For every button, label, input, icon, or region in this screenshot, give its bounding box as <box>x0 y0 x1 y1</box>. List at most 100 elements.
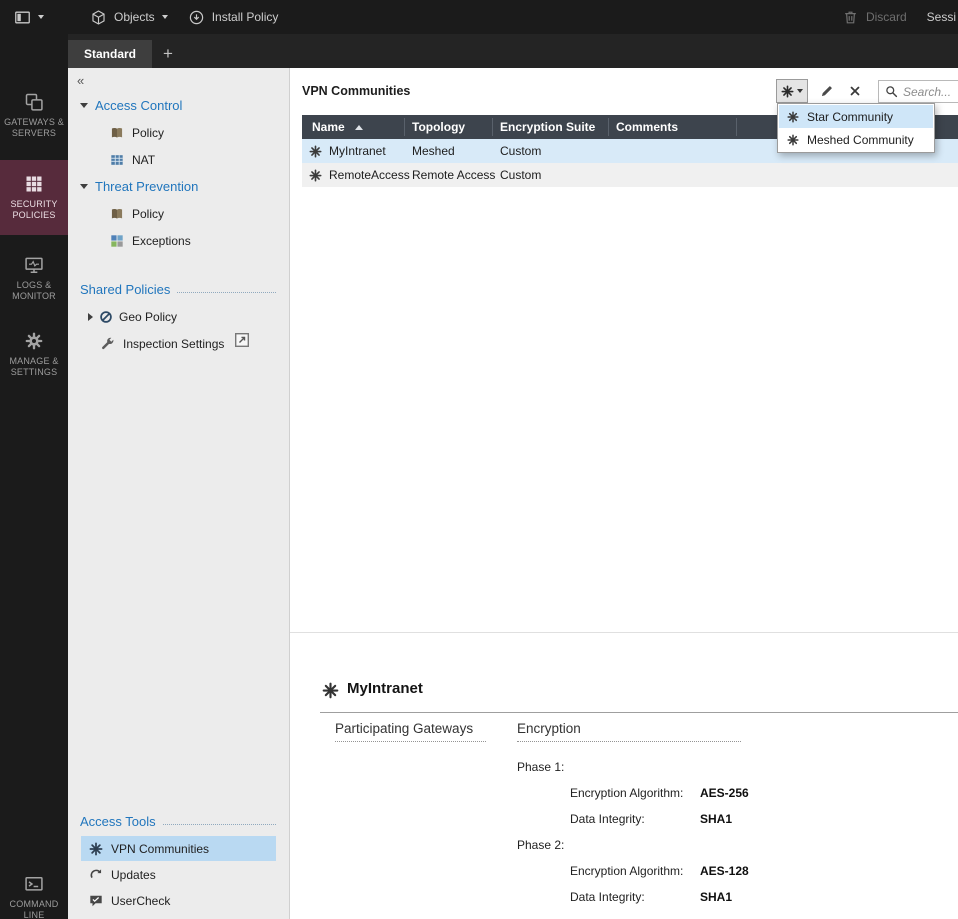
session-label: Sessi <box>926 10 956 24</box>
tool-item-vpn-communities[interactable]: VPN Communities <box>81 836 276 861</box>
policy-tab-bar: Standard + <box>68 34 958 68</box>
field-label: Encryption Algorithm: <box>570 864 684 878</box>
plus-icon: + <box>163 44 173 63</box>
phase2-encryption-algorithm-row: Encryption Algorithm: AES-128 <box>290 864 958 879</box>
vpn-community-icon <box>322 682 339 699</box>
tree-header-label: Threat Prevention <box>95 179 199 194</box>
column-header-topology[interactable]: Topology <box>412 115 465 139</box>
sort-ascending-icon <box>354 125 363 130</box>
tree-item-geo-policy[interactable]: Geo Policy <box>68 303 289 330</box>
column-divider <box>492 118 493 136</box>
main-menu-button[interactable] <box>4 0 54 34</box>
details-divider <box>320 712 958 713</box>
tab-standard[interactable]: Standard <box>68 40 153 68</box>
menu-item-label: Star Community <box>807 109 894 124</box>
collapse-sidebar-button[interactable]: « <box>68 68 289 92</box>
rail-item-label: LOGS & MONITOR <box>12 280 56 302</box>
rail-item-label: MANAGE & SETTINGS <box>9 355 59 377</box>
meshed-community-icon <box>787 133 799 146</box>
install-policy-icon <box>189 10 203 24</box>
column-header-comments[interactable]: Comments <box>616 115 678 139</box>
exceptions-grid-icon <box>111 234 123 247</box>
phase2-data-integrity-row: Data Integrity: SHA1 <box>290 890 958 905</box>
tree-item-nat[interactable]: NAT <box>68 146 289 173</box>
search-input[interactable] <box>903 84 958 99</box>
top-menu-bar: Objects Install Policy Discard Sessi <box>0 0 958 34</box>
phase1-encryption-algorithm-row: Encryption Algorithm: AES-256 <box>290 786 958 801</box>
tree-item-exceptions[interactable]: Exceptions <box>68 227 289 254</box>
search-box <box>878 80 958 103</box>
rail-item-logs-monitor[interactable]: LOGS & MONITOR <box>0 247 68 311</box>
tree-item-inspection-settings[interactable]: Inspection Settings <box>68 330 289 357</box>
tree-item-access-policy[interactable]: Policy <box>68 119 289 146</box>
tree-item-label: NAT <box>132 152 156 167</box>
policy-book-icon <box>111 208 123 219</box>
policy-sidebar: « Access Control Policy NAT Threat Preve… <box>68 68 290 919</box>
session-button[interactable]: Sessi <box>917 0 958 34</box>
logs-monitor-icon <box>25 257 43 274</box>
smartconsole-window: Objects Install Policy Discard Sessi Sta… <box>0 0 958 919</box>
phase1-data-integrity-row: Data Integrity: SHA1 <box>290 812 958 827</box>
new-community-button[interactable] <box>776 79 808 103</box>
topology-cell: Meshed <box>412 144 455 158</box>
discard-button[interactable]: Discard <box>832 0 917 34</box>
gear-icon <box>25 332 43 349</box>
topbar-right-group: Discard Sessi <box>832 0 958 34</box>
policy-book-icon <box>111 127 123 138</box>
access-tools-section: Access Tools VPN Communities Updates Use… <box>68 808 289 919</box>
field-label: Data Integrity: <box>570 812 645 826</box>
tree-item-label: Exceptions <box>132 233 191 248</box>
tool-item-usercheck[interactable]: UserCheck <box>81 888 276 913</box>
vpn-communities-icon <box>89 842 103 855</box>
column-header-name[interactable]: Name <box>312 115 363 139</box>
phase1-label: Phase 1: <box>517 760 565 774</box>
tool-item-label: VPN Communities <box>111 841 210 856</box>
rail-item-label: COMMAND LINE <box>9 898 59 919</box>
rail-item-manage-settings[interactable]: MANAGE & SETTINGS <box>0 323 68 387</box>
column-header-encryption-suite[interactable]: Encryption Suite <box>500 115 595 139</box>
table-row-remoteaccess[interactable]: RemoteAccess Remote Access Custom <box>302 163 958 187</box>
dotted-leader <box>177 292 276 293</box>
chevron-down-icon <box>797 89 803 93</box>
encryption-suite-cell: Custom <box>500 168 542 182</box>
tree-item-label: Geo Policy <box>119 309 178 324</box>
navigation-rail: GATEWAYS & SERVERS SECURITY POLICIES LOG… <box>0 34 68 919</box>
chevron-down-icon <box>161 15 168 19</box>
star-community-icon <box>787 110 799 123</box>
edit-button[interactable] <box>814 79 840 103</box>
topology-cell: Remote Access <box>412 168 496 182</box>
rail-item-label: GATEWAYS & SERVERS <box>4 117 64 139</box>
rail-item-command-line[interactable]: COMMAND LINE <box>0 866 68 919</box>
new-community-menu: Star Community Meshed Community <box>777 103 935 153</box>
tree-header-threat-prevention[interactable]: Threat Prevention <box>68 173 289 200</box>
rail-item-security-policies[interactable]: SECURITY POLICIES <box>0 159 68 235</box>
dotted-leader <box>162 824 276 825</box>
close-icon <box>850 86 860 96</box>
rail-item-gateways-servers[interactable]: GATEWAYS & SERVERS <box>0 84 68 148</box>
column-divider <box>736 118 737 136</box>
field-value: AES-256 <box>700 786 749 800</box>
menu-item-star-community[interactable]: Star Community <box>779 105 933 128</box>
tree-header-access-control[interactable]: Access Control <box>68 92 289 119</box>
encryption-suite-cell: Custom <box>500 144 542 158</box>
tool-item-updates[interactable]: Updates <box>81 862 276 887</box>
tree-item-threat-policy[interactable]: Policy <box>68 200 289 227</box>
field-label: Data Integrity: <box>570 890 645 904</box>
name-cell: MyIntranet <box>309 139 386 163</box>
encryption-header: Encryption <box>517 721 741 742</box>
install-policy-button[interactable]: Install Policy <box>178 0 289 34</box>
nat-table-icon <box>111 154 123 165</box>
section-header-shared-policies: Shared Policies <box>68 276 289 303</box>
discard-label: Discard <box>865 10 907 24</box>
phase2-label: Phase 2: <box>517 838 565 852</box>
menu-item-meshed-community[interactable]: Meshed Community <box>779 128 933 151</box>
pencil-icon <box>821 86 832 97</box>
objects-button[interactable]: Objects <box>80 0 178 34</box>
section-label: Participating Gateways <box>335 721 474 736</box>
new-tab-button[interactable]: + <box>154 40 182 68</box>
name-cell: RemoteAccess <box>309 163 410 187</box>
field-value: SHA1 <box>700 812 733 826</box>
delete-button[interactable] <box>842 79 868 103</box>
trash-icon <box>845 11 856 23</box>
panel-divider <box>290 632 958 633</box>
